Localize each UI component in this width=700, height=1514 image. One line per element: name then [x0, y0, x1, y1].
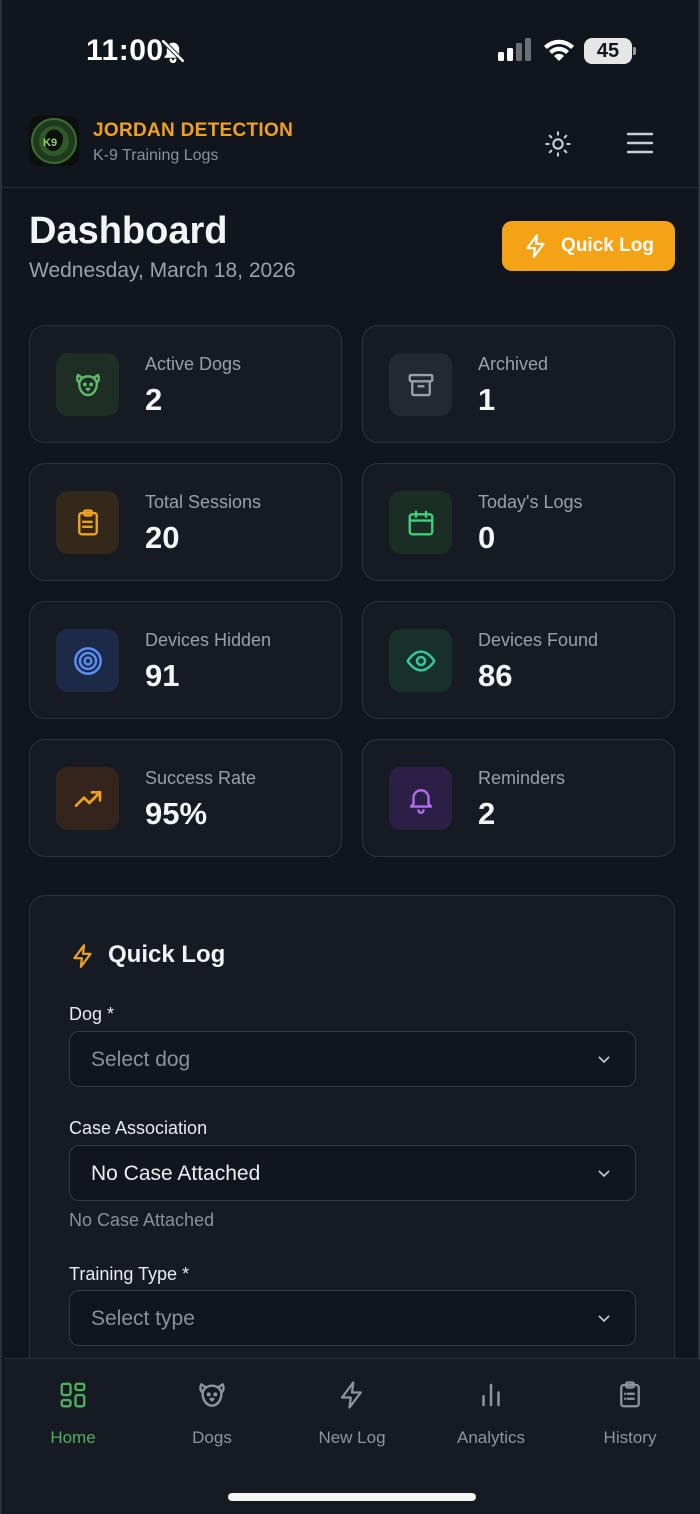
clipboard-icon: [620, 1381, 640, 1408]
theme-toggle-sun-icon[interactable]: [544, 130, 572, 158]
dog-icon: [199, 1383, 225, 1407]
stat-value: 2: [145, 382, 163, 417]
nav-label: History: [603, 1428, 657, 1447]
status-time: 11:00: [86, 34, 164, 67]
brand-name: JORDAN DETECTION: [93, 120, 294, 141]
stat-value: 20: [145, 520, 180, 555]
stat-label: Devices Found: [478, 630, 599, 650]
stat-label: Today's Logs: [478, 492, 583, 512]
target-icon: [56, 629, 119, 692]
nav-item-dogs[interactable]: Dogs: [152, 1377, 272, 1448]
stat-value: 95%: [145, 796, 208, 831]
stat-card-devices-found[interactable]: Devices Found 86: [362, 601, 675, 719]
bar-chart-icon: [482, 1383, 500, 1407]
nav-label: Dogs: [192, 1428, 232, 1447]
page-title: Dashboard: [29, 210, 228, 252]
chevron-down-icon: [598, 1315, 610, 1323]
stat-label: Devices Hidden: [145, 630, 272, 650]
wifi-icon: [544, 39, 574, 61]
k9-badge-icon: K9: [31, 118, 77, 164]
stat-label: Reminders: [478, 768, 566, 788]
hamburger-menu-icon[interactable]: [626, 130, 654, 156]
case-select-value: No Case Attached: [91, 1162, 261, 1185]
battery-level: 45: [596, 40, 620, 62]
battery-indicator: 45: [584, 38, 636, 64]
clipboard-icon: [56, 491, 119, 554]
bolt-icon: [73, 944, 92, 968]
home-indicator[interactable]: [228, 1493, 476, 1501]
quick-log-form: Quick Log Dog * Select dog Case Associat…: [29, 895, 675, 1415]
dog-select-placeholder: Select dog: [91, 1048, 191, 1071]
grid-icon: [60, 1382, 86, 1408]
status-bar: 11:00 45: [2, 0, 700, 100]
stat-value: 1: [478, 382, 496, 417]
chevron-down-icon: [598, 1056, 610, 1064]
stat-card-success-rate[interactable]: Success Rate 95%: [29, 739, 342, 857]
bolt-icon: [526, 234, 545, 258]
training-type-select[interactable]: Select type: [69, 1290, 636, 1346]
eye-icon: [389, 629, 452, 692]
bottom-nav: Home Dogs New Log Analytics History: [4, 1358, 700, 1514]
stat-card-reminders[interactable]: Reminders 2: [362, 739, 675, 857]
stat-card-active-dogs[interactable]: Active Dogs 2: [29, 325, 342, 443]
stat-card-devices-hidden[interactable]: Devices Hidden 91: [29, 601, 342, 719]
app-header: K9 JORDAN DETECTION K-9 Training Logs: [2, 100, 700, 188]
nav-item-analytics[interactable]: Analytics: [431, 1377, 551, 1448]
bell-icon: [389, 767, 452, 830]
calendar-icon: [389, 491, 452, 554]
nav-item-home[interactable]: Home: [13, 1377, 133, 1448]
app-frame: 11:00 45 K9 JORDAN DETECTION K-9 Trainin…: [0, 0, 700, 1514]
bolt-icon: [340, 1381, 362, 1409]
app-logo[interactable]: K9: [29, 116, 79, 166]
dog-field-label: Dog *: [69, 1004, 115, 1024]
stat-label: Success Rate: [145, 768, 257, 788]
bell-off-icon: [161, 39, 185, 64]
page-date: Wednesday, March 18, 2026: [29, 259, 296, 282]
brand-subtitle: K-9 Training Logs: [93, 147, 219, 164]
nav-item-history[interactable]: History: [570, 1377, 690, 1448]
quick-log-button-label: Quick Log: [561, 235, 654, 256]
trending-up-icon: [56, 767, 119, 830]
chevron-down-icon: [598, 1170, 610, 1178]
logo-text: K9: [43, 137, 57, 149]
archive-icon: [389, 353, 452, 416]
stat-label: Total Sessions: [145, 492, 262, 512]
quick-log-title: Quick Log: [108, 941, 226, 968]
stat-value: 0: [478, 520, 496, 555]
nav-label: New Log: [318, 1428, 386, 1447]
training-type-placeholder: Select type: [91, 1307, 195, 1330]
stat-card-todays-logs[interactable]: Today's Logs 0: [362, 463, 675, 581]
case-hint-text: No Case Attached: [69, 1210, 215, 1230]
nav-label: Analytics: [456, 1428, 526, 1447]
case-field-label: Case Association: [69, 1118, 208, 1138]
training-type-label: Training Type *: [69, 1264, 190, 1284]
nav-label: Home: [50, 1428, 96, 1447]
stat-value: 2: [478, 796, 496, 831]
quick-log-button[interactable]: Quick Log: [502, 221, 675, 271]
stat-label: Active Dogs: [145, 354, 242, 374]
stat-card-total-sessions[interactable]: Total Sessions 20: [29, 463, 342, 581]
stat-value: 86: [478, 658, 513, 693]
dog-select[interactable]: Select dog: [69, 1031, 636, 1087]
stat-card-archived[interactable]: Archived 1: [362, 325, 675, 443]
nav-item-new-log[interactable]: New Log: [292, 1377, 412, 1448]
stat-value: 91: [145, 658, 180, 693]
dog-icon: [56, 353, 119, 416]
stat-label: Archived: [478, 354, 549, 374]
case-select[interactable]: No Case Attached: [69, 1145, 636, 1201]
cellular-signal-icon: [498, 38, 531, 61]
